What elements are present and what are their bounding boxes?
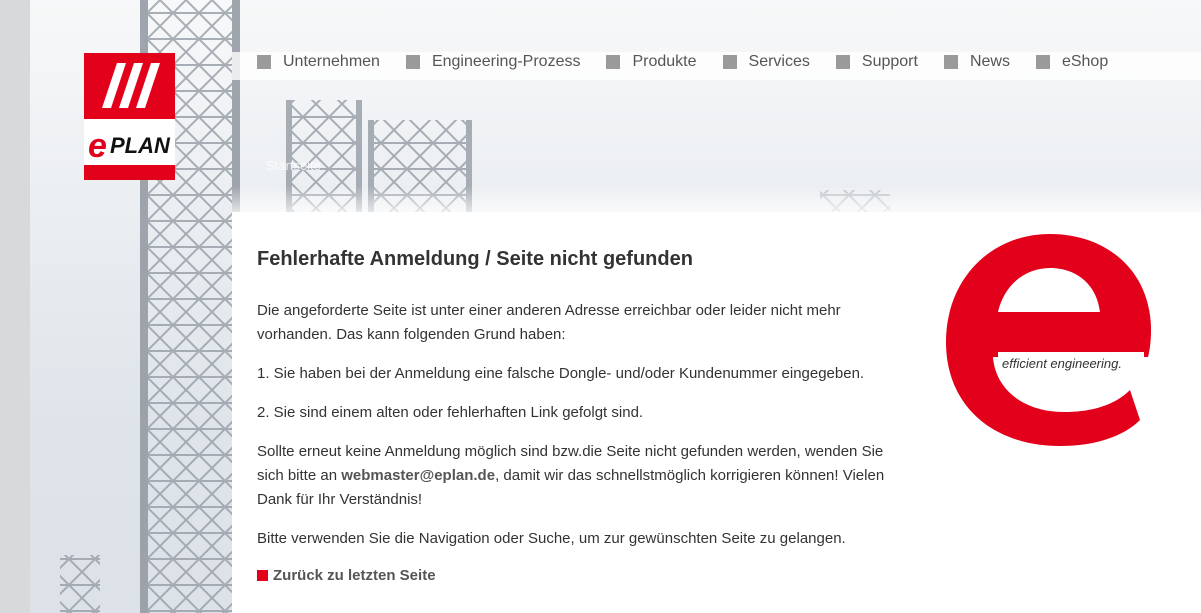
eplan-logo[interactable]: e PLAN [84,53,175,180]
nav-label: Unternehmen [283,53,380,70]
nav-item-unternehmen[interactable]: Unternehmen [257,53,380,71]
tagline: efficient engineering. [1002,356,1122,371]
nav-item-engineering-prozess[interactable]: Engineering-Prozess [405,53,581,71]
nav-label: Engineering-Prozess [431,53,581,70]
nav-label: Services [748,53,810,70]
navigation-hint: Bitte verwenden Sie die Navigation oder … [257,530,846,547]
contact-text: Sollte erneut keine Anmeldung möglich si… [257,440,897,512]
nav-bullet-icon [405,55,420,69]
nav-bullet-icon [1035,55,1050,69]
nav-label: Support [861,53,918,70]
nav-bullet-icon [722,55,737,69]
intro-text: Die angeforderte Seite ist unter einer a… [257,302,841,343]
nav-label: eShop [1061,53,1109,70]
main-navigation: Unternehmen Engineering-Prozess Produkte… [257,52,1134,72]
back-link[interactable]: Zurück zu letzten Seite [257,567,897,584]
nav-bullet-icon [257,55,271,69]
breadcrumb[interactable]: Startseite [266,158,321,173]
nav-item-eshop[interactable]: eShop [1035,53,1109,71]
page-title: Fehlerhafte Anmeldung / Seite nicht gefu… [257,248,693,270]
left-gutter [0,0,30,613]
nav-item-support[interactable]: Support [835,53,918,71]
svg-text:PLAN: PLAN [110,133,171,158]
content-fade [232,186,1201,212]
reason-2: 2. Sie sind einem alten oder fehlerhafte… [257,404,644,421]
svg-text:e: e [88,127,107,165]
nav-bullet-icon [835,55,850,69]
nav-bullet-icon [606,55,621,69]
nav-label: News [969,53,1010,70]
webmaster-email-link[interactable]: webmaster@eplan.de [341,467,495,484]
efficient-engineering-e-logo: efficient engineering. [946,234,1151,446]
back-link-label: Zurück zu letzten Seite [273,567,436,584]
nav-item-produkte[interactable]: Produkte [606,53,697,71]
nav-item-services[interactable]: Services [722,53,810,71]
reason-1: 1. Sie haben bei der Anmeldung eine fals… [257,365,865,382]
red-square-icon [257,570,268,581]
nav-label: Produkte [632,53,697,70]
nav-item-news[interactable]: News [943,53,1010,71]
nav-bullet-icon [943,55,958,69]
error-message: Fehlerhafte Anmeldung / Seite nicht gefu… [257,248,897,584]
